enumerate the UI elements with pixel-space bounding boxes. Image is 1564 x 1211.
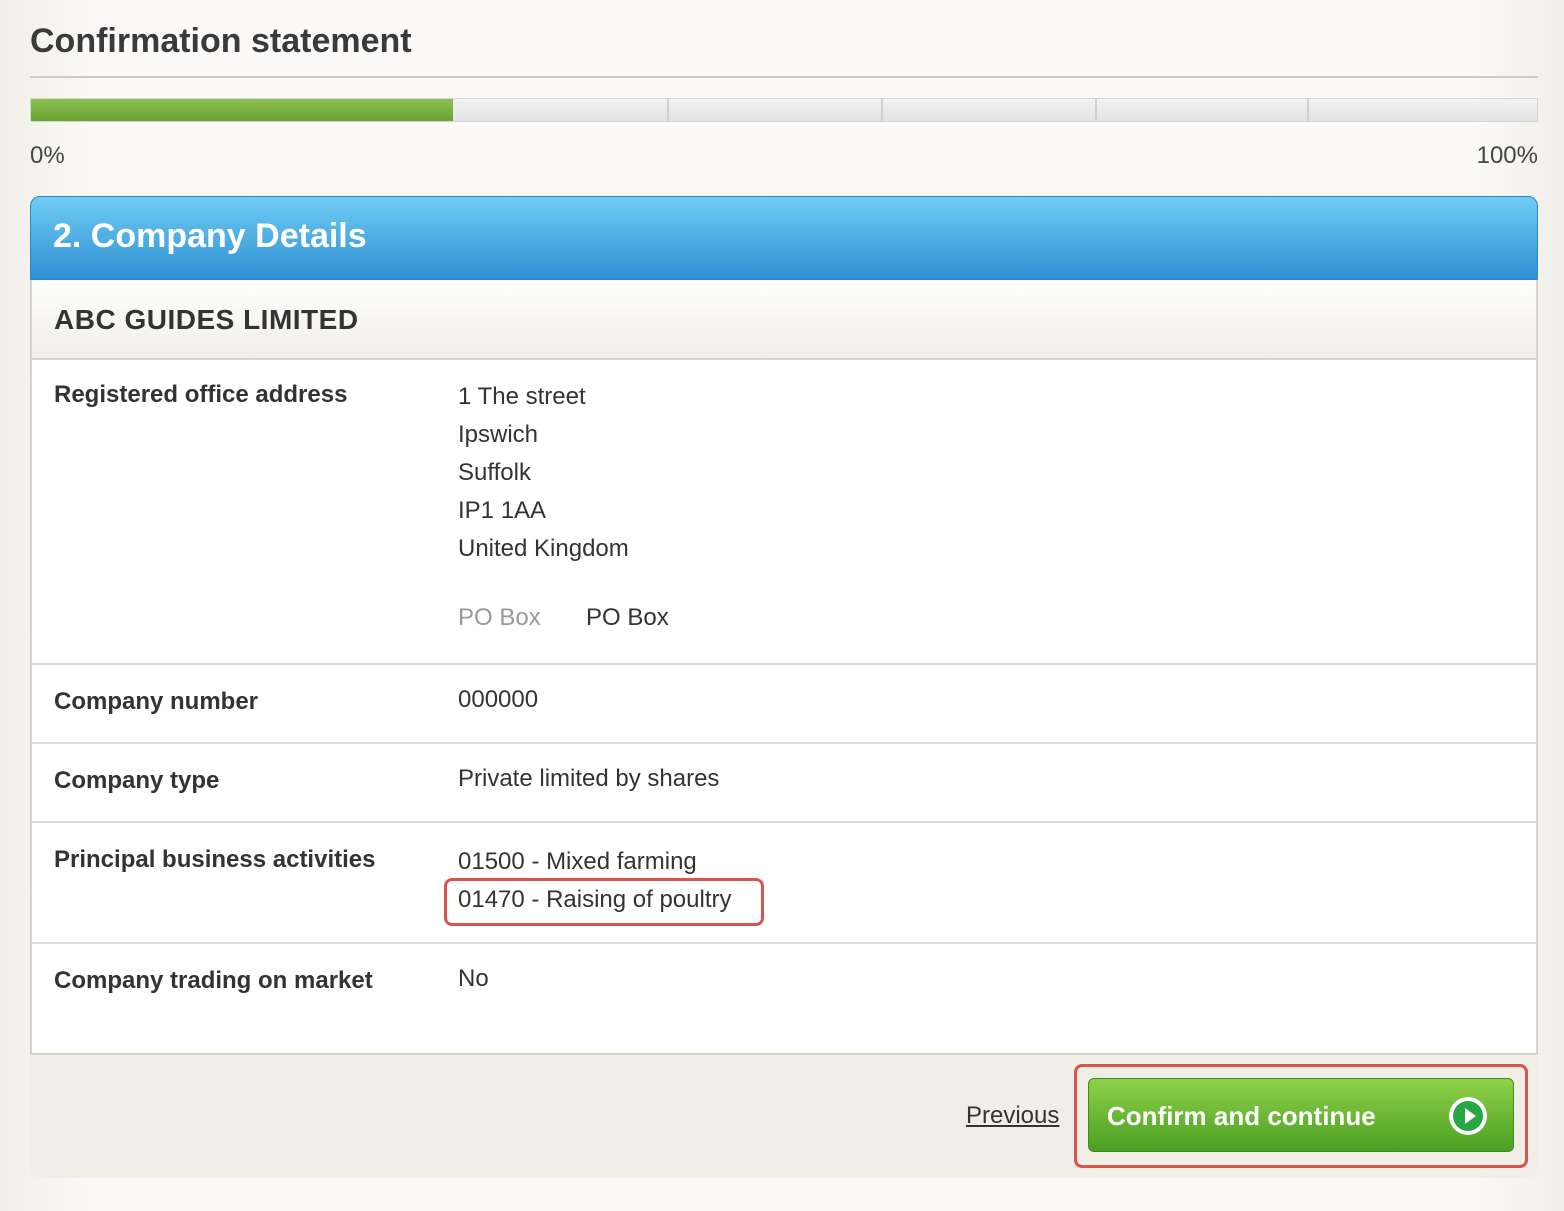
company-name-bar: ABC GUIDES LIMITED bbox=[30, 280, 1538, 360]
section-header: 2. Company Details bbox=[30, 196, 1538, 280]
progress-start-label: 0% bbox=[30, 142, 65, 169]
row-company-number: Company number 000000 bbox=[32, 665, 1536, 744]
principal-activities-label: Principal business activities bbox=[54, 846, 376, 873]
address-line: 1 The street bbox=[458, 383, 586, 410]
registered-office-label: Registered office address bbox=[54, 381, 348, 408]
progress-fill bbox=[31, 99, 453, 121]
title-divider bbox=[30, 76, 1538, 78]
page-title: Confirmation statement bbox=[30, 22, 412, 60]
company-number-label: Company number bbox=[54, 688, 259, 715]
company-details-panel: 2. Company Details ABC GUIDES LIMITED Re… bbox=[30, 196, 1538, 1178]
arrow-right-circle-icon bbox=[1449, 1097, 1487, 1135]
previous-link[interactable]: Previous bbox=[966, 1102, 1059, 1130]
company-name: ABC GUIDES LIMITED bbox=[54, 304, 359, 335]
progress-tick bbox=[667, 99, 669, 121]
progress-tick bbox=[881, 99, 883, 121]
row-company-type: Company type Private limited by shares bbox=[32, 744, 1536, 823]
address-line: IP1 1AA bbox=[458, 497, 547, 524]
progress-bar bbox=[30, 98, 1538, 122]
trading-on-market-value: No bbox=[458, 965, 489, 992]
trading-on-market-label: Company trading on market bbox=[54, 967, 373, 994]
address-line: United Kingdom bbox=[458, 535, 629, 562]
activity-item: 01500 - Mixed farming bbox=[458, 848, 697, 875]
company-number-value: 000000 bbox=[458, 686, 539, 713]
row-registered-office: Registered office address 1 The street I… bbox=[32, 360, 1536, 665]
po-box: PO Box PO Box bbox=[458, 604, 669, 632]
registered-office-address: 1 The street Ipswich Suffolk IP1 1AA Uni… bbox=[458, 378, 629, 568]
company-type-label: Company type bbox=[54, 767, 220, 794]
confirm-button-label: Confirm and continue bbox=[1107, 1101, 1376, 1131]
confirm-and-continue-button[interactable]: Confirm and continue bbox=[1088, 1078, 1514, 1152]
details-table: Registered office address 1 The street I… bbox=[30, 360, 1538, 1055]
po-box-value: PO Box bbox=[586, 604, 669, 631]
section-title: 2. Company Details bbox=[53, 217, 367, 255]
progress-tick bbox=[1307, 99, 1309, 121]
progress-tick bbox=[1095, 99, 1097, 121]
address-line: Ipswich bbox=[458, 421, 539, 448]
address-line: Suffolk bbox=[458, 459, 531, 486]
row-principal-activities: Principal business activities 01500 - Mi… bbox=[32, 823, 1536, 944]
company-type-value: Private limited by shares bbox=[458, 765, 720, 792]
po-box-label: PO Box bbox=[458, 604, 541, 631]
progress-end-label: 100% bbox=[1476, 142, 1538, 169]
row-trading-on-market: Company trading on market No bbox=[32, 944, 1536, 1053]
highlight-box bbox=[444, 878, 764, 926]
